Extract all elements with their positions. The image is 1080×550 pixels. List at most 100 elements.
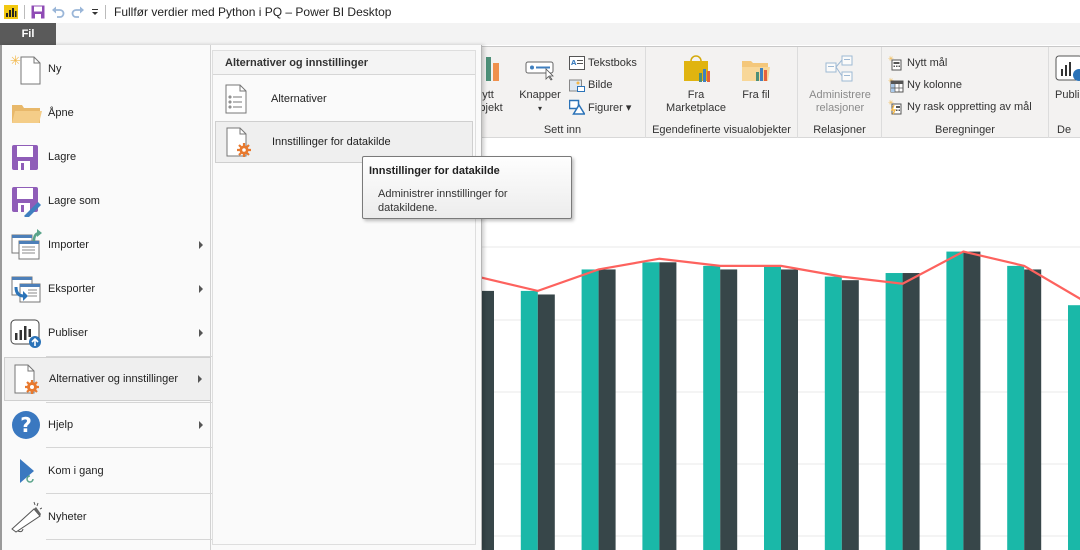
new-column-button[interactable]: ✳ Ny kolonne xyxy=(888,77,962,93)
bar-series-a[interactable] xyxy=(824,276,842,550)
textbox-button[interactable]: A Tekstboks xyxy=(569,55,637,71)
image-button[interactable]: Bilde xyxy=(569,77,612,93)
group-label-insert: Sett inn xyxy=(543,124,582,136)
publish-ribbon-button[interactable]: Publi xyxy=(1055,53,1080,102)
menu-item-label: Lagre xyxy=(48,151,77,163)
buttons-dropdown-arrow: ▾ xyxy=(537,104,542,113)
menu-item-label: Nyheter xyxy=(48,511,87,523)
menu-item-help[interactable]: ? Hjelp xyxy=(4,403,211,447)
bar-series-a[interactable] xyxy=(764,265,781,550)
manage-relationships-button[interactable]: Administrere relasjoner xyxy=(802,53,878,115)
menu-item-import[interactable]: Importer xyxy=(4,223,211,267)
buttons-button[interactable]: Knapper ▾ xyxy=(515,53,565,115)
ribbon-tab-strip xyxy=(0,23,1080,45)
manage-relationships-icon xyxy=(824,53,856,85)
quick-access-toolbar xyxy=(0,0,112,23)
svg-text:A: A xyxy=(571,59,577,67)
redo-icon[interactable] xyxy=(71,5,85,19)
bar-series-b[interactable] xyxy=(480,290,494,550)
group-label-custom-visuals: Egendefinerte visualobjekter xyxy=(652,124,791,136)
title-bar: Fullfør verdier med Python i PQ – Power … xyxy=(0,0,1080,23)
menu-item-label: Ny xyxy=(48,63,62,75)
menu-item-save-as[interactable]: Lagre som xyxy=(4,179,211,223)
bar-series-a[interactable] xyxy=(703,265,721,550)
publish-ribbon-label: Publi xyxy=(1055,89,1080,101)
help-icon: ? xyxy=(10,409,42,441)
from-file-button[interactable]: Fra fil xyxy=(734,53,778,102)
menu-item-get-started[interactable]: Kom i gang xyxy=(4,449,211,493)
ribbon: ytt objekt Knapper ▾ A Tekstboks Bilde F… xyxy=(473,46,1080,139)
new-column-icon: ✳ xyxy=(888,77,904,93)
manage-relationships-label-line1: Administrere xyxy=(809,89,871,101)
submenu-arrow-icon xyxy=(199,329,203,337)
ribbon-group-calculations: ✳ Nytt mål ✳ Ny kolonne ✳ Ny rask oppret… xyxy=(882,47,1049,139)
bar-series-b[interactable] xyxy=(720,269,738,550)
marketplace-icon xyxy=(680,53,712,85)
undo-icon[interactable] xyxy=(51,5,65,19)
menu-item-publish[interactable]: Publiser xyxy=(4,311,211,355)
bar-series-b[interactable] xyxy=(1024,269,1042,550)
data-source-settings-icon xyxy=(224,126,252,158)
customize-toolbar-icon[interactable] xyxy=(91,7,99,17)
shapes-button[interactable]: Figurer ▾ xyxy=(569,99,631,115)
bar-series-b[interactable] xyxy=(659,262,677,550)
svg-text:?: ? xyxy=(20,413,32,437)
group-label-relationships: Relasjoner xyxy=(813,124,866,136)
menu-item-options-settings[interactable]: Alternativer og innstillinger xyxy=(4,357,211,401)
menu-item-news[interactable]: Nyheter xyxy=(4,495,211,539)
tooltip-body: Administrer innstillinger for datakilden… xyxy=(378,188,508,214)
toolbar-separator xyxy=(105,4,106,19)
quick-measure-label: Ny rask oppretting av mål xyxy=(907,101,1032,113)
bar-series-b[interactable] xyxy=(537,294,555,550)
menu-item-label: Eksporter xyxy=(48,283,96,295)
import-icon xyxy=(10,229,42,261)
bar-series-a[interactable] xyxy=(1007,265,1025,550)
submenu-item-options[interactable]: Alternativer xyxy=(215,78,473,120)
bar-series-b[interactable] xyxy=(598,269,616,550)
new-measure-button[interactable]: ✳ Nytt mål xyxy=(888,55,947,71)
submenu-arrow-icon xyxy=(199,421,203,429)
bar-series-b[interactable] xyxy=(963,251,981,550)
new-measure-label: Nytt mål xyxy=(907,57,948,69)
new-measure-icon: ✳ xyxy=(888,55,904,71)
news-megaphone-icon xyxy=(10,501,42,533)
bar-series-b[interactable] xyxy=(781,269,798,550)
group-label-share: De xyxy=(1057,124,1072,136)
bar-series-a[interactable] xyxy=(946,251,964,550)
menu-item-save[interactable]: Lagre xyxy=(4,135,211,179)
save-as-icon xyxy=(10,185,42,217)
svg-text:✳: ✳ xyxy=(10,54,21,69)
file-tab[interactable]: Fil xyxy=(0,23,56,45)
ribbon-group-relationships: Administrere relasjoner Relasjoner xyxy=(798,47,882,139)
window-title: Fullfør verdier med Python i PQ – Power … xyxy=(114,4,392,19)
menu-item-export[interactable]: Eksporter xyxy=(4,267,211,311)
submenu-item-label: Innstillinger for datakilde xyxy=(272,136,391,148)
bar-series-a[interactable] xyxy=(520,290,538,550)
bar-series-a[interactable] xyxy=(1068,305,1080,550)
textbox-label: Tekstboks xyxy=(588,57,637,69)
buttons-icon xyxy=(524,53,556,85)
menu-item-open[interactable]: Åpne xyxy=(4,91,211,135)
file-menu-nav: ✳ Ny Åpne Lagre Lagre som Importer Ekspo… xyxy=(0,45,212,550)
buttons-label: Knapper xyxy=(519,89,561,101)
options-settings-icon xyxy=(11,363,43,395)
bar-series-b[interactable] xyxy=(841,280,859,550)
bar-series-a[interactable] xyxy=(581,269,599,550)
menu-divider xyxy=(46,539,212,540)
quick-measure-button[interactable]: ✳ Ny rask oppretting av mål xyxy=(888,99,1032,115)
from-marketplace-button[interactable]: Fra Marketplace xyxy=(666,53,726,115)
save-icon xyxy=(10,141,42,173)
shapes-icon xyxy=(569,99,585,115)
tooltip-data-source-settings: Innstillinger for datakilde Administrer … xyxy=(362,156,572,219)
menu-item-label: Importer xyxy=(48,239,89,251)
save-icon[interactable] xyxy=(31,5,45,19)
menu-item-label: Lagre som xyxy=(48,195,100,207)
menu-item-label: Publiser xyxy=(48,327,88,339)
from-marketplace-label-line1: Fra xyxy=(687,89,705,101)
menu-item-new[interactable]: ✳ Ny xyxy=(4,47,211,91)
bar-series-a[interactable] xyxy=(642,262,660,550)
bar-series-a[interactable] xyxy=(885,273,903,550)
from-file-icon xyxy=(740,53,772,85)
new-column-label: Ny kolonne xyxy=(907,79,963,91)
bar-series-b[interactable] xyxy=(902,273,920,550)
